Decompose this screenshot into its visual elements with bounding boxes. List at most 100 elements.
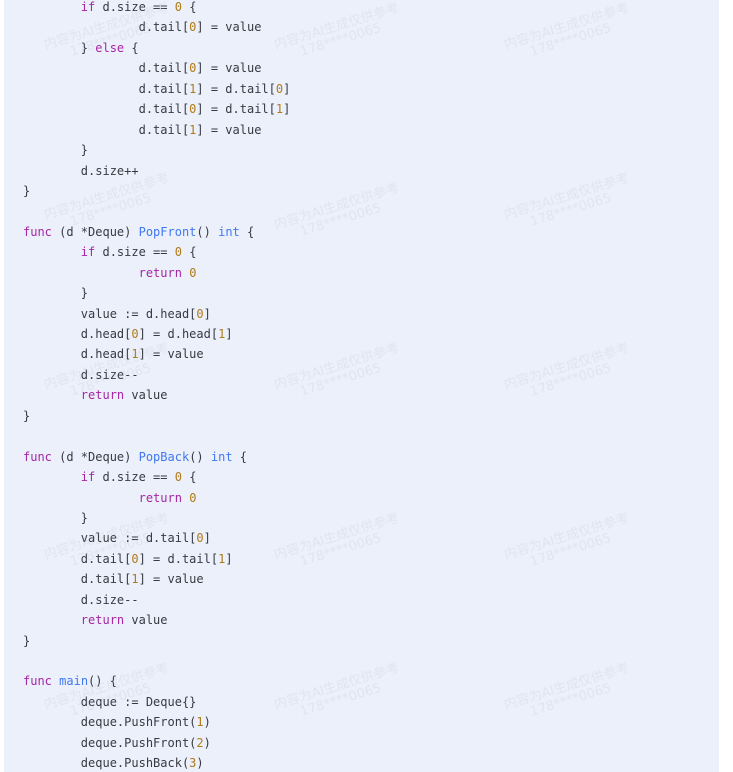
keyword-token: else — [95, 40, 125, 55]
type-token: int — [210, 449, 233, 464]
code-line: if d.size == 0 { — [23, 242, 290, 262]
number-token: 1 — [131, 347, 139, 362]
number-token: 0 — [174, 245, 182, 260]
watermark-id: 178****0065 — [298, 360, 384, 400]
code-token: d.size-- — [23, 367, 139, 382]
code-token: } — [23, 286, 89, 301]
watermark: 内容为AI生成仅供参考 178****0065 — [272, 181, 405, 247]
watermark-id: 178****0065 — [298, 200, 384, 240]
code-token: () — [189, 449, 211, 464]
code-token: { — [239, 224, 255, 239]
code-token: } — [23, 510, 89, 525]
watermark-text: 内容为AI生成仅供参考 — [502, 660, 631, 713]
code-token: d.size == — [95, 470, 175, 485]
code-line: } — [23, 406, 290, 426]
watermark-id: 178****0065 — [528, 190, 614, 230]
code-token: d.tail[ — [23, 20, 190, 35]
code-line: d.head[0] = d.head[1] — [23, 324, 290, 344]
watermark-text: 内容为AI生成仅供参考 — [272, 0, 401, 53]
code-line: d.size-- — [23, 365, 290, 385]
watermark-text: 内容为AI生成仅供参考 — [502, 0, 631, 53]
code-token: () — [196, 224, 219, 239]
number-token: 1 — [131, 572, 139, 587]
type-token: int — [218, 224, 240, 239]
code-token: d.head[ — [23, 347, 132, 362]
code-line: value := d.head[0] — [23, 304, 290, 324]
code-token: d.tail[ — [23, 102, 190, 117]
code-line: func main() { — [23, 671, 290, 691]
number-token: 0 — [131, 551, 139, 566]
watermark-text: 内容为AI生成仅供参考 — [502, 170, 631, 223]
code-line: d.size++ — [23, 161, 290, 181]
keyword-token: return — [80, 613, 125, 628]
code-line: func (d *Deque) PopFront() int { — [23, 222, 290, 242]
watermark: 内容为AI生成仅供参考 178****0065 — [272, 0, 405, 67]
code-line: } — [23, 508, 290, 528]
code-line: deque.PushFront(2) — [23, 733, 290, 753]
watermark-text: 内容为AI生成仅供参考 — [502, 340, 631, 393]
code-line: ​ — [23, 426, 290, 446]
code-token: ] — [225, 551, 233, 566]
code-line: d.tail[0] = d.tail[1] — [23, 549, 290, 569]
code-line: deque.PushBack(3) — [23, 753, 290, 772]
code-token: () { — [88, 674, 117, 689]
code-token: ] = value — [138, 572, 204, 587]
code-token: ] = d.tail[ — [138, 551, 219, 566]
code-line: d.head[1] = value — [23, 344, 290, 364]
code-block: if d.size == 0 { d.tail[0] = value } els… — [4, 0, 719, 772]
watermark: 内容为AI生成仅供参考 178****0065 — [272, 341, 405, 407]
code-token: (d *Deque) — [51, 449, 139, 464]
code-token: ] — [203, 531, 211, 546]
watermark-id: 178****0065 — [298, 20, 384, 60]
function-name-token: main — [59, 674, 89, 689]
code-token: d.head[ — [23, 327, 132, 341]
code-token: ] = d.tail[ — [196, 102, 276, 117]
function-name-token: PopBack — [138, 449, 190, 464]
code-token: } — [23, 143, 89, 158]
code-token: ) — [203, 735, 211, 750]
watermark-id: 178****0065 — [528, 680, 614, 720]
code-token: value — [124, 388, 168, 403]
code-line: return value — [23, 610, 290, 630]
code-line: deque.PushFront(1) — [23, 712, 290, 732]
code-line: if d.size == 0 { — [23, 0, 290, 17]
keyword-token: func — [23, 674, 52, 689]
keyword-token: return — [138, 490, 182, 505]
keyword-token: if — [80, 470, 96, 485]
code-line: } — [23, 140, 290, 160]
code-content: if d.size == 0 { d.tail[0] = value } els… — [23, 0, 290, 772]
code-token: ] = d.tail[ — [196, 81, 276, 96]
code-line: return 0 — [23, 488, 290, 508]
watermark: 内容为AI生成仅供参考 178****0065 — [502, 510, 635, 577]
code-line: return value — [23, 385, 290, 405]
watermark: 内容为AI生成仅供参考 178****0065 — [272, 510, 405, 577]
code-line: return 0 — [23, 263, 290, 283]
code-token: d.tail[ — [23, 551, 132, 566]
code-line: d.tail[0] = d.tail[1] — [23, 99, 291, 119]
code-token: deque := Deque{} — [23, 694, 197, 709]
watermark-text: 内容为AI生成仅供参考 — [272, 510, 401, 563]
code-token: deque.PushBack( — [23, 756, 190, 771]
watermark-text: 内容为AI生成仅供参考 — [502, 510, 631, 563]
code-line: if d.size == 0 { — [23, 467, 290, 487]
code-token: d.size == — [95, 245, 175, 260]
code-line: } — [23, 631, 290, 651]
number-token: 1 — [196, 715, 204, 730]
keyword-token: if — [80, 245, 96, 260]
code-token: } — [23, 408, 31, 423]
code-token: ] — [203, 306, 211, 321]
code-token: { — [181, 0, 197, 14]
code-token: { — [181, 470, 197, 485]
code-token: ] = d.head[ — [138, 327, 219, 341]
code-token: ] = value — [196, 20, 262, 35]
watermark-id: 178****0065 — [528, 20, 614, 60]
keyword-token: return — [80, 388, 125, 403]
watermark: 内容为AI生成仅供参考 178****0065 — [502, 170, 635, 237]
code-line: deque := Deque{} — [23, 692, 290, 712]
